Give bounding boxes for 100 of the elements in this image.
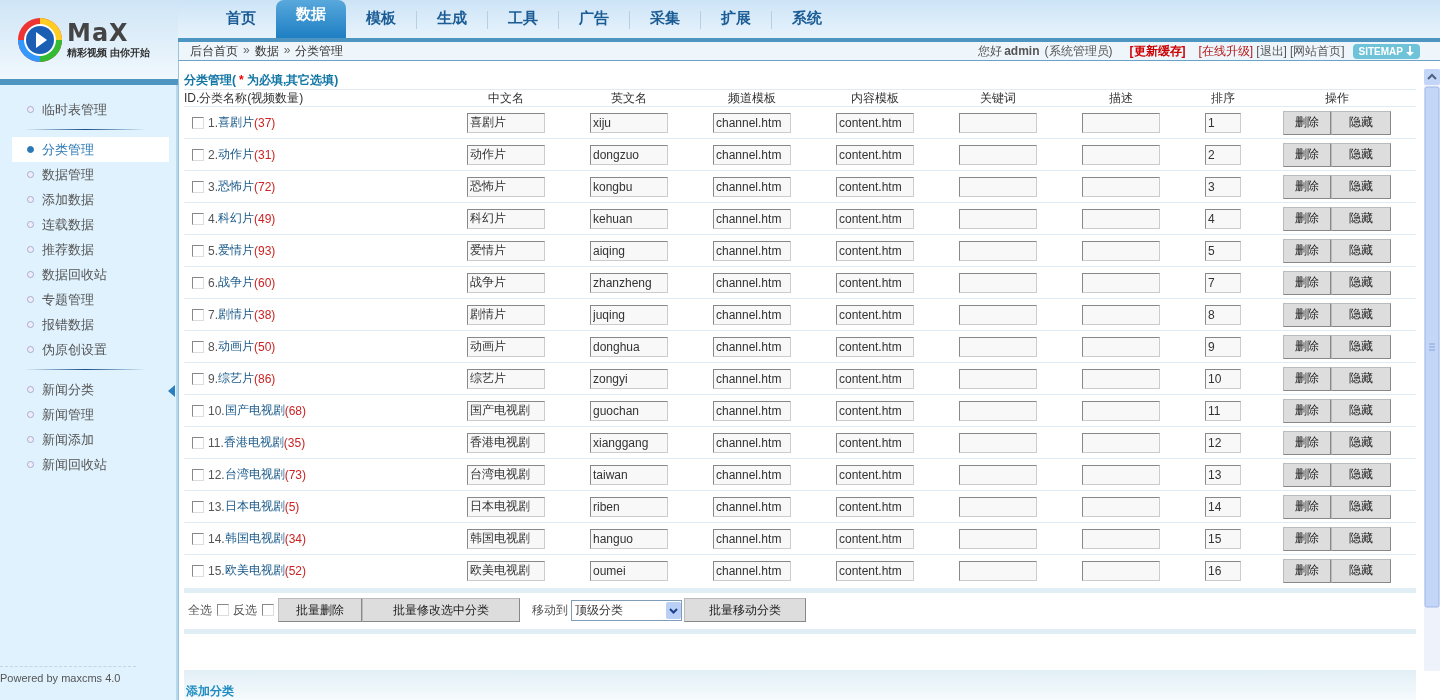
sidebar-item[interactable]: 临时表管理 [12, 97, 169, 122]
text-field[interactable] [1082, 240, 1160, 261]
text-field[interactable]: channel.htm [713, 368, 791, 389]
text-field[interactable]: 4 [1205, 208, 1241, 229]
category-link[interactable]: 喜剧片 [218, 114, 254, 131]
category-link[interactable]: 香港电视剧 [223, 434, 284, 451]
text-field[interactable]: 8 [1205, 304, 1241, 325]
text-field[interactable]: channel.htm [713, 112, 791, 133]
text-field[interactable] [1082, 208, 1160, 229]
row-action-button[interactable]: 删除 [1283, 526, 1331, 551]
text-field[interactable]: juqing [590, 304, 668, 325]
text-field[interactable]: 欧美电视剧 [467, 560, 545, 581]
text-field[interactable]: 1 [1205, 112, 1241, 133]
text-field[interactable]: 动画片 [467, 336, 545, 357]
row-checkbox[interactable] [192, 468, 204, 481]
text-field[interactable] [1082, 144, 1160, 165]
header-link[interactable]: [网站首页] [1289, 42, 1345, 60]
text-field[interactable]: dongzuo [590, 144, 668, 165]
text-field[interactable]: content.htm [836, 272, 914, 293]
text-field[interactable] [1082, 496, 1160, 517]
nav-tab[interactable]: 扩展 [701, 0, 771, 38]
category-link[interactable]: 国产电视剧 [224, 402, 285, 419]
text-field[interactable] [959, 432, 1037, 453]
row-checkbox[interactable] [192, 436, 204, 449]
row-checkbox[interactable] [192, 180, 204, 193]
text-field[interactable]: 爱情片 [467, 240, 545, 261]
text-field[interactable] [1082, 560, 1160, 581]
text-field[interactable]: 13 [1205, 464, 1241, 485]
row-checkbox[interactable] [192, 116, 204, 129]
text-field[interactable] [1082, 304, 1160, 325]
row-action-button[interactable]: 隐藏 [1331, 206, 1391, 231]
text-field[interactable]: 3 [1205, 176, 1241, 197]
row-action-button[interactable]: 隐藏 [1331, 174, 1391, 199]
text-field[interactable] [959, 528, 1037, 549]
row-checkbox[interactable] [192, 404, 204, 417]
bulk-checkbox[interactable] [262, 604, 274, 616]
row-action-button[interactable]: 删除 [1283, 302, 1331, 327]
text-field[interactable] [959, 176, 1037, 197]
category-link[interactable]: 战争片 [218, 274, 254, 291]
text-field[interactable] [1082, 400, 1160, 421]
text-field[interactable]: 2 [1205, 144, 1241, 165]
text-field[interactable]: kongbu [590, 176, 668, 197]
text-field[interactable] [1082, 112, 1160, 133]
text-field[interactable] [1082, 464, 1160, 485]
text-field[interactable]: channel.htm [713, 144, 791, 165]
row-action-button[interactable]: 隐藏 [1331, 238, 1391, 263]
category-link[interactable]: 综艺片 [218, 370, 254, 387]
category-link[interactable]: 动作片 [218, 146, 254, 163]
category-link[interactable]: 日本电视剧 [224, 498, 285, 515]
row-action-button[interactable]: 删除 [1283, 174, 1331, 199]
text-field[interactable] [1082, 176, 1160, 197]
bulk-checkbox[interactable] [217, 604, 229, 616]
row-action-button[interactable]: 隐藏 [1331, 142, 1391, 167]
text-field[interactable] [959, 400, 1037, 421]
text-field[interactable]: 日本电视剧 [467, 496, 545, 517]
row-checkbox[interactable] [192, 308, 204, 321]
text-field[interactable]: channel.htm [713, 400, 791, 421]
sidebar-item[interactable]: 新闻回收站 [12, 452, 169, 477]
header-link[interactable]: [更新缓存] [1129, 42, 1186, 60]
breadcrumb-link[interactable]: 数据 [254, 42, 279, 60]
text-field[interactable]: content.htm [836, 304, 914, 325]
text-field[interactable] [1082, 336, 1160, 357]
text-field[interactable] [959, 464, 1037, 485]
text-field[interactable]: content.htm [836, 528, 914, 549]
text-field[interactable]: donghua [590, 336, 668, 357]
category-link[interactable]: 剧情片 [218, 306, 254, 323]
text-field[interactable]: 战争片 [467, 272, 545, 293]
row-action-button[interactable]: 删除 [1283, 334, 1331, 359]
text-field[interactable]: content.htm [836, 336, 914, 357]
category-link[interactable]: 欧美电视剧 [224, 562, 285, 579]
row-action-button[interactable]: 隐藏 [1331, 334, 1391, 359]
breadcrumb-link[interactable]: 后台首页 [190, 42, 238, 60]
text-field[interactable]: channel.htm [713, 208, 791, 229]
text-field[interactable]: content.htm [836, 400, 914, 421]
text-field[interactable]: 剧情片 [467, 304, 545, 325]
text-field[interactable]: kehuan [590, 208, 668, 229]
nav-tab[interactable]: 广告 [559, 0, 629, 38]
row-action-button[interactable]: 隐藏 [1331, 366, 1391, 391]
sidebar-item[interactable]: 报错数据 [12, 312, 169, 337]
nav-tab[interactable]: 首页 [206, 0, 276, 38]
text-field[interactable]: content.htm [836, 432, 914, 453]
sidebar-item[interactable]: 专题管理 [12, 287, 169, 312]
text-field[interactable]: content.htm [836, 208, 914, 229]
text-field[interactable]: channel.htm [713, 528, 791, 549]
text-field[interactable]: taiwan [590, 464, 668, 485]
text-field[interactable]: 14 [1205, 496, 1241, 517]
row-checkbox[interactable] [192, 212, 204, 225]
text-field[interactable]: 综艺片 [467, 368, 545, 389]
nav-tab[interactable]: 生成 [417, 0, 487, 38]
row-action-button[interactable]: 隐藏 [1331, 462, 1391, 487]
text-field[interactable]: channel.htm [713, 176, 791, 197]
header-link[interactable]: [在线升级] [1198, 42, 1254, 60]
text-field[interactable]: content.htm [836, 560, 914, 581]
row-action-button[interactable]: 隐藏 [1331, 494, 1391, 519]
text-field[interactable] [1082, 368, 1160, 389]
text-field[interactable]: content.htm [836, 112, 914, 133]
text-field[interactable]: 16 [1205, 560, 1241, 581]
text-field[interactable]: xiju [590, 112, 668, 133]
text-field[interactable]: channel.htm [713, 432, 791, 453]
text-field[interactable]: channel.htm [713, 272, 791, 293]
